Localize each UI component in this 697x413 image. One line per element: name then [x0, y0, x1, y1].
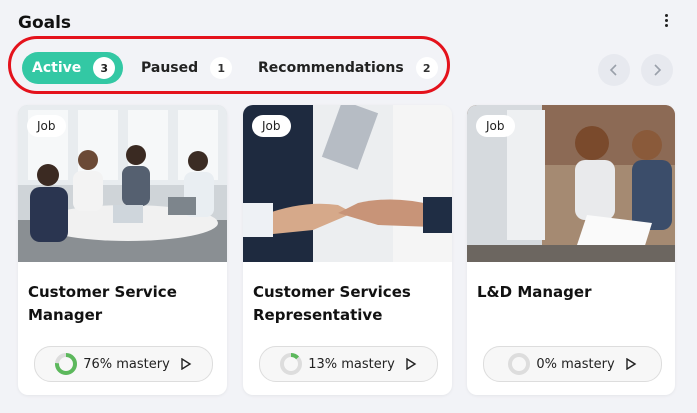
page-title: Goals — [18, 13, 72, 33]
tab-recommendations[interactable]: Recommendations 2 — [258, 52, 438, 84]
tab-count-badge: 2 — [415, 57, 438, 79]
play-icon — [181, 358, 192, 370]
kebab-menu-icon[interactable] — [658, 14, 674, 34]
card-title: Customer Services Representative — [253, 283, 411, 324]
job-badge: Job — [27, 115, 66, 137]
mastery-label: 13% mastery — [308, 356, 395, 372]
carousel-next-button[interactable] — [641, 54, 673, 86]
chevron-left-icon — [609, 64, 617, 76]
goal-card[interactable]: Job L&D Manager 0% mastery — [467, 105, 675, 395]
goal-card[interactable]: Job Customer Services Representative 13%… — [243, 105, 452, 395]
mastery-ring-icon — [55, 353, 78, 375]
card-title: Customer Service Manager — [28, 283, 177, 324]
job-badge: Job — [476, 115, 515, 137]
carousel-prev-button[interactable] — [598, 54, 630, 86]
mastery-label: 76% mastery — [83, 356, 170, 372]
tab-paused[interactable]: Paused 1 — [141, 52, 233, 84]
play-icon — [625, 358, 636, 370]
mastery-pill[interactable]: 0% mastery — [483, 346, 662, 382]
tab-active[interactable]: Active 3 — [22, 52, 123, 84]
tab-label: Paused — [141, 60, 199, 76]
mastery-pill[interactable]: 13% mastery — [259, 346, 438, 382]
tab-label: Active — [32, 60, 82, 76]
tab-count-badge: 1 — [210, 57, 233, 79]
play-icon — [406, 358, 417, 370]
job-badge: Job — [252, 115, 291, 137]
mastery-pill[interactable]: 76% mastery — [34, 346, 213, 382]
mastery-ring-icon — [508, 353, 531, 375]
goal-card[interactable]: Job Customer Service Manager 76% mastery — [18, 105, 227, 395]
tab-count-badge: 3 — [93, 57, 116, 79]
mastery-label: 0% mastery — [536, 356, 615, 372]
card-title: L&D Manager — [477, 283, 592, 301]
chevron-right-icon — [654, 64, 662, 76]
mastery-ring-icon — [280, 353, 303, 375]
tab-label: Recommendations — [258, 60, 404, 76]
